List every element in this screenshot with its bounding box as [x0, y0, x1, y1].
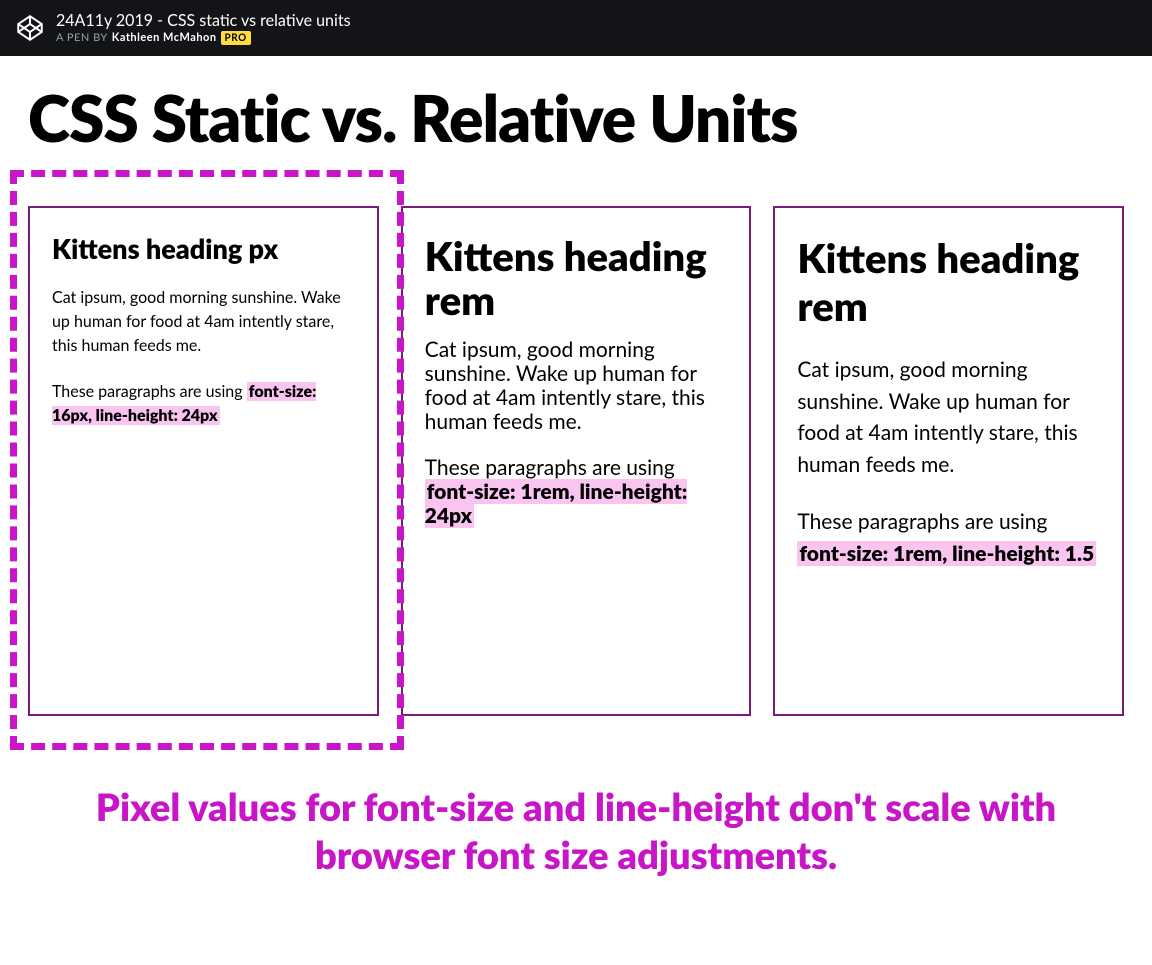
- codepen-logo-icon: [16, 14, 44, 42]
- card-rem-unitless-lineheight: Kittens heading rem Cat ipsum, good morn…: [773, 206, 1124, 716]
- caption-text: Pixel values for font-size and line-heig…: [28, 784, 1124, 879]
- byline-prefix: A PEN BY: [56, 31, 108, 44]
- pen-title[interactable]: 24A11y 2019 - CSS static vs relative uni…: [56, 11, 351, 30]
- card-paragraph: These paragraphs are using font-size: 1r…: [797, 506, 1100, 569]
- pro-badge: PRO: [221, 31, 251, 45]
- pen-author[interactable]: Kathleen McMahon: [112, 31, 217, 44]
- card-px: Kittens heading px Cat ipsum, good morni…: [28, 206, 379, 716]
- card-heading: Kittens heading rem: [797, 234, 1100, 330]
- card-rem-px-lineheight: Kittens heading rem Cat ipsum, good morn…: [401, 206, 752, 716]
- codepen-header: 24A11y 2019 - CSS static vs relative uni…: [0, 0, 1152, 56]
- cards-row: Kittens heading px Cat ipsum, good morni…: [28, 174, 1124, 748]
- highlighted-code: font-size: 1rem, line-height: 24px: [425, 479, 688, 528]
- page-title: CSS Static vs. Relative Units: [28, 86, 1124, 150]
- pen-byline: A PEN BY Kathleen McMahon PRO: [56, 31, 351, 45]
- card-heading: Kittens heading px: [52, 234, 355, 264]
- highlighted-code: font-size: 1rem, line-height: 1.5: [797, 541, 1096, 566]
- pen-output: CSS Static vs. Relative Units Kittens he…: [0, 56, 1152, 899]
- para-lead: These paragraphs are using: [425, 455, 675, 480]
- card-paragraph: These paragraphs are using font-size: 16…: [52, 380, 355, 428]
- card-paragraph: Cat ipsum, good morning sunshine. Wake u…: [425, 338, 728, 434]
- card-paragraph: Cat ipsum, good morning sunshine. Wake u…: [52, 286, 355, 358]
- para-lead: These paragraphs are using: [52, 382, 247, 401]
- card-heading: Kittens heading rem: [425, 234, 728, 322]
- card-paragraph: Cat ipsum, good morning sunshine. Wake u…: [797, 354, 1100, 480]
- card-paragraph: These paragraphs are using font-size: 1r…: [425, 456, 728, 528]
- para-lead: These paragraphs are using: [797, 509, 1047, 534]
- header-text: 24A11y 2019 - CSS static vs relative uni…: [56, 11, 351, 44]
